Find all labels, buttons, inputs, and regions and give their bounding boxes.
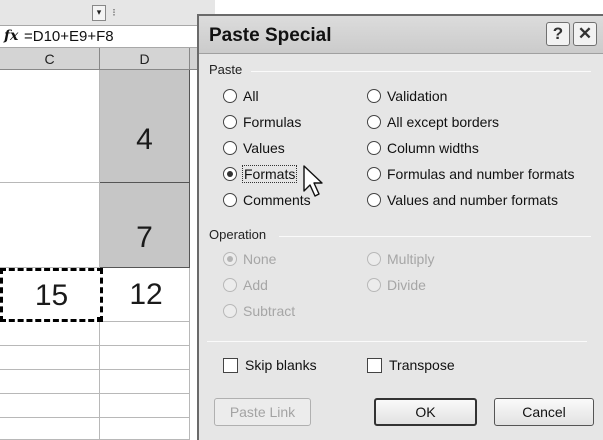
radio-icon[interactable] — [223, 304, 237, 318]
option-label: All except borders — [387, 114, 500, 130]
column-headers: C D — [0, 48, 215, 70]
separator — [207, 341, 587, 342]
option-label: Formats — [241, 165, 298, 183]
checkbox-label: Skip blanks — [245, 357, 317, 373]
cell-c-selected[interactable]: 15 — [0, 268, 103, 322]
dialog-titlebar[interactable]: Paste Special ? ✕ — [199, 16, 603, 54]
transpose-checkbox[interactable]: Transpose — [367, 354, 455, 376]
cell-c-middle[interactable] — [0, 183, 100, 268]
grid-cell[interactable] — [100, 346, 190, 370]
name-box-dropdown-button[interactable]: ▾ — [92, 5, 106, 21]
checkbox-icon[interactable] — [223, 357, 238, 373]
close-button[interactable]: ✕ — [573, 22, 597, 46]
radio-icon[interactable] — [223, 141, 237, 155]
option-label: Subtract — [243, 303, 296, 319]
operation-option-add[interactable]: Add — [223, 274, 268, 296]
mouse-cursor-icon — [303, 165, 323, 197]
checkbox-label: Transpose — [389, 357, 455, 373]
option-label: Formulas and number formats — [387, 166, 575, 182]
radio-icon[interactable] — [367, 141, 381, 155]
operation-group-label: Operation — [209, 227, 267, 242]
name-box-row: ▾ ⁝ — [0, 0, 215, 26]
skip-blanks-checkbox[interactable]: Skip blanks — [223, 354, 317, 376]
radio-icon[interactable] — [367, 89, 381, 103]
paste-option-formulas[interactable]: Formulas — [223, 111, 301, 133]
operation-option-subtract[interactable]: Subtract — [223, 300, 295, 322]
radio-icon[interactable] — [223, 89, 237, 103]
grid-cell[interactable] — [100, 322, 190, 346]
toolbar-grip-icon: ⁝ — [112, 6, 116, 19]
paste-option-all[interactable]: All — [223, 85, 259, 107]
option-label: Formulas — [243, 114, 302, 130]
paste-link-button[interactable]: Paste Link — [214, 398, 311, 426]
paste-option-formulas-and-number-formats[interactable]: Formulas and number formats — [367, 163, 575, 185]
screen: ▾ ⁝ fx =D10+E9+F8 C D 4 7 15 12 Paste Sp… — [0, 0, 603, 440]
paste-group-label: Paste — [209, 62, 243, 77]
option-label: Column widths — [387, 140, 479, 156]
grid-cell[interactable] — [100, 370, 190, 394]
grid-cell[interactable] — [0, 394, 100, 418]
paste-option-values[interactable]: Values — [223, 137, 285, 159]
radio-checked-icon[interactable] — [223, 167, 237, 181]
radio-icon[interactable] — [367, 193, 381, 207]
grid-cell[interactable] — [0, 322, 100, 346]
paste-option-column-widths[interactable]: Column widths — [367, 137, 479, 159]
formula-bar: fx =D10+E9+F8 — [0, 26, 215, 48]
option-label: Comments — [243, 192, 311, 208]
radio-icon[interactable] — [367, 252, 381, 266]
option-label: Add — [243, 277, 268, 293]
paste-option-formats[interactable]: Formats — [223, 163, 298, 185]
ok-button[interactable]: OK — [374, 398, 477, 426]
option-label: All — [243, 88, 259, 104]
option-label: Multiply — [387, 251, 435, 267]
paste-option-values-and-number-formats[interactable]: Values and number formats — [367, 189, 558, 211]
grid-cell[interactable] — [0, 346, 100, 370]
help-button[interactable]: ? — [546, 22, 570, 46]
option-label: Divide — [387, 277, 426, 293]
paste-option-validation[interactable]: Validation — [367, 85, 447, 107]
function-icon[interactable]: fx — [4, 28, 18, 44]
option-label: None — [243, 251, 277, 267]
operation-option-multiply[interactable]: Multiply — [367, 248, 434, 270]
grid-cell[interactable] — [100, 418, 190, 440]
cell-c-upper[interactable] — [0, 70, 100, 183]
radio-icon[interactable] — [223, 193, 237, 207]
paste-option-comments[interactable]: Comments — [223, 189, 311, 211]
cell-d-lower[interactable]: 7 — [100, 183, 190, 268]
cell-d-upper[interactable]: 4 — [100, 70, 190, 183]
grid-cell[interactable] — [100, 394, 190, 418]
dialog-title: Paste Special — [209, 25, 332, 46]
radio-icon[interactable] — [367, 167, 381, 181]
option-label: Values — [243, 140, 285, 156]
column-header-d[interactable]: D — [100, 48, 190, 70]
radio-icon[interactable] — [223, 278, 237, 292]
radio-icon[interactable] — [367, 115, 381, 129]
formula-input[interactable]: =D10+E9+F8 — [24, 28, 114, 45]
operation-group-divider — [279, 236, 591, 237]
cell-d-bottom[interactable]: 12 — [103, 268, 190, 322]
paste-group-divider — [251, 71, 591, 72]
paste-option-all-except-borders[interactable]: All except borders — [367, 111, 499, 133]
cancel-button[interactable]: Cancel — [494, 398, 594, 426]
radio-icon[interactable] — [367, 278, 381, 292]
option-label: Values and number formats — [387, 192, 558, 208]
radio-icon[interactable] — [223, 115, 237, 129]
checkbox-icon[interactable] — [367, 357, 382, 373]
operation-option-divide[interactable]: Divide — [367, 274, 426, 296]
column-header-c[interactable]: C — [0, 48, 100, 70]
option-label: Validation — [387, 88, 448, 104]
paste-special-dialog: Paste Special ? ✕ Paste All Formulas Val… — [197, 14, 603, 440]
operation-option-none[interactable]: None — [223, 248, 276, 270]
spreadsheet: ▾ ⁝ fx =D10+E9+F8 C D 4 7 15 12 — [0, 0, 215, 440]
grid-cell[interactable] — [0, 370, 100, 394]
radio-checked-icon[interactable] — [223, 252, 237, 266]
grid-cell[interactable] — [0, 418, 100, 440]
